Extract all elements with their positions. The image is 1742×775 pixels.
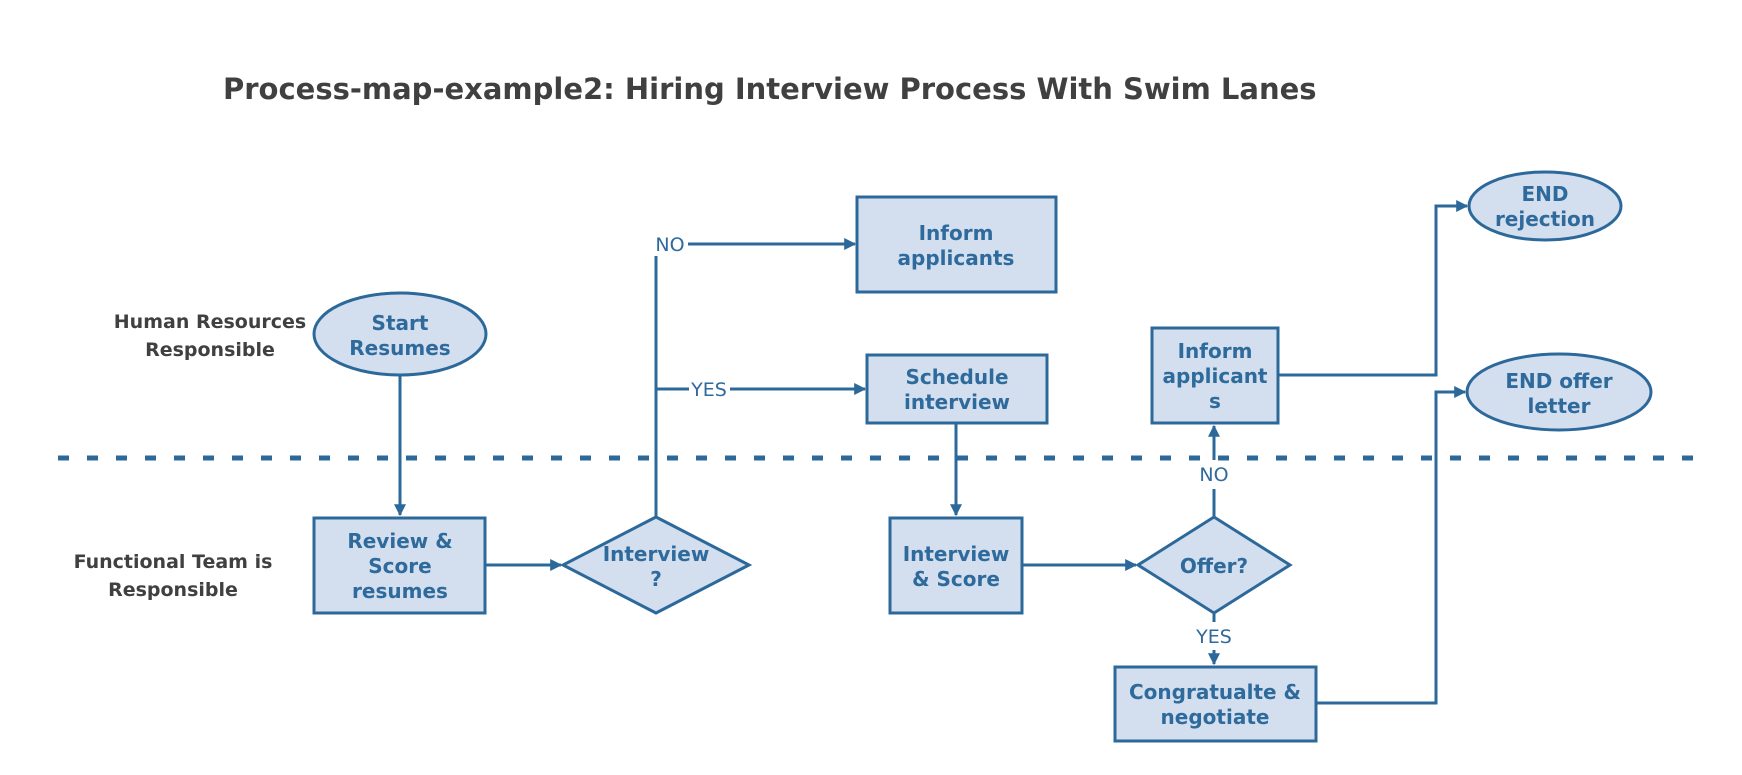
node-review[interactable]: Review & Score resumes [312,516,487,615]
node-label: rejection [1495,207,1595,231]
node-label: Interview [603,542,710,566]
edge-inform-to-end-rejection [1278,200,1469,377]
node-inform-applicants[interactable]: Inform applicants [855,195,1058,294]
process-map-diagram: Process-map-example2: Hiring Interview P… [58,72,1700,743]
lane-label-line: Functional Team is [74,551,273,573]
node-label: letter [1528,394,1591,418]
node-label: END [1521,182,1568,206]
node-label: Resumes [349,336,450,360]
node-label: Congratualte & [1129,680,1301,704]
node-label: Inform [919,221,994,245]
node-start[interactable]: Start Resumes [312,291,488,377]
node-interview-score[interactable]: Interview & Score [888,516,1024,615]
edge-label-yes: YES [1195,626,1232,648]
node-label: ? [650,567,662,591]
node-end-rejection[interactable]: END rejection [1467,170,1623,242]
node-label: END offer [1505,369,1612,393]
node-label: Score [368,554,431,578]
node-label: Schedule [905,365,1008,389]
node-label: Inform [1178,339,1253,363]
node-congratulate-negotiate[interactable]: Congratualte & negotiate [1113,665,1318,743]
node-label: resumes [352,579,448,603]
lane-label-line: Human Resources [114,311,306,333]
edge-congratulate-to-end-offer [1316,386,1467,705]
node-label: Offer? [1180,554,1248,578]
lane-label-functional: Functional Team is Responsible [74,551,273,601]
node-inform-applicant-no-offer[interactable]: Inform applicant s [1150,326,1280,425]
node-label: Interview [903,542,1010,566]
node-offer-decision[interactable]: Offer? [1135,515,1293,615]
node-label: Review & [347,529,452,553]
process-box-shape [1113,665,1318,743]
node-end-offer-letter[interactable]: END offer letter [1465,352,1653,432]
edge-label-no: NO [1199,464,1228,486]
edge-label-no: NO [655,234,684,256]
node-label: & Score [912,567,1000,591]
lane-label-line: Responsible [108,579,238,601]
node-label: applicants [898,246,1015,270]
lane-label-line: Responsible [145,339,275,361]
edge-label-yes: YES [690,379,727,401]
node-schedule-interview[interactable]: Schedule interview [865,353,1049,425]
node-label: s [1209,389,1221,413]
lane-label-hr: Human Resources Responsible [114,311,306,361]
node-label: Start [372,311,429,335]
node-label: negotiate [1161,705,1270,729]
node-interview-decision[interactable]: Interview ? [559,515,753,615]
node-label: applicant [1163,364,1268,388]
node-label: interview [904,390,1010,414]
diagram-title: Process-map-example2: Hiring Interview P… [223,72,1317,106]
